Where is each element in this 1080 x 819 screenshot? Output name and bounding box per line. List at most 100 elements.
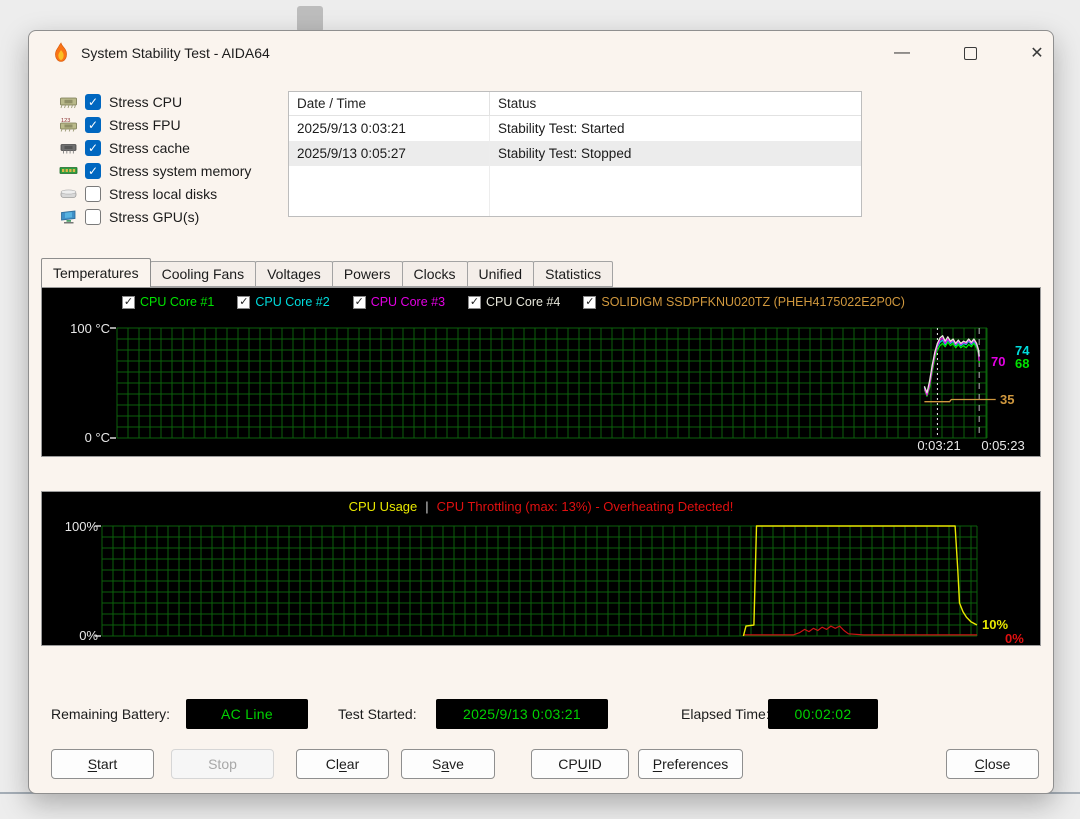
tab-temperatures[interactable]: Temperatures [41, 258, 151, 287]
checkbox-stress-gpu-s[interactable] [85, 208, 101, 225]
status-bar: Remaining Battery: AC Line Test Started:… [29, 699, 1053, 729]
background-window-fragment [297, 6, 323, 32]
current-value-label: 68 [1015, 356, 1030, 371]
cpuid-button[interactable]: CP U ID [531, 749, 629, 779]
table-row[interactable]: 2025/9/13 0:03:21 Stability Test: Started [289, 116, 861, 141]
tab-unified[interactable]: Unified [466, 261, 535, 287]
legend-checkbox-cpu-core-2[interactable]: ✓ [237, 295, 251, 309]
gpu-icon [59, 208, 81, 225]
stress-option-label: Stress CPU [109, 93, 183, 110]
app-window: System Stability Test - AIDA64 — ✕ ✓ Stre… [28, 30, 1054, 794]
titlebar: System Stability Test - AIDA64 — ✕ [29, 31, 1053, 75]
cell-status [489, 191, 861, 216]
current-value-label: 35 [1000, 392, 1015, 407]
tab-cooling-fans[interactable]: Cooling Fans [149, 261, 257, 287]
test-started-display: 2025/9/13 0:03:21 [436, 699, 608, 729]
cell-datetime: 2025/9/13 0:03:21 [297, 121, 406, 136]
cell-datetime [289, 191, 489, 216]
close-window-button[interactable]: ✕ [1017, 37, 1053, 69]
legend-item-cpu-core-2: ✓ CPU Core #2 [237, 295, 330, 309]
temperature-chart [110, 327, 996, 439]
table-row[interactable]: 2025/9/13 0:05:27 Stability Test: Stopped [289, 141, 861, 166]
checkbox-stress-system-memory[interactable]: ✓ [85, 162, 101, 179]
table-header-row: Date / Time Status [289, 92, 861, 116]
legend-label: CPU Core #1 [140, 295, 215, 309]
maximize-icon [963, 46, 977, 60]
minimize-button[interactable]: — [882, 37, 922, 69]
legend-checkbox-cpu-core-1[interactable]: ✓ [122, 295, 135, 309]
cpu-usage-title: CPU Usage [348, 499, 418, 514]
y-axis-max-label: 100 °C [70, 321, 110, 336]
stop-button[interactable]: Stop [171, 749, 274, 779]
stress-option-label: Stress system memory [109, 162, 252, 179]
cpu-usage-chart-title: CPU Usage | CPU Throttling (max: 13%) - … [42, 499, 1040, 514]
minimize-icon: — [894, 44, 910, 61]
legend-item-cpu-core-3: ✓ CPU Core #3 [352, 295, 446, 309]
tab-statistics[interactable]: Statistics [533, 261, 614, 287]
clear-button[interactable]: Cl e ar [296, 749, 389, 779]
cpu-usage-chart-panel: CPU Usage | CPU Throttling (max: 13%) - … [41, 491, 1041, 646]
tab-voltages[interactable]: Voltages [255, 261, 333, 287]
table-row-empty[interactable] [289, 191, 861, 216]
cell-datetime: 2025/9/13 0:05:27 [297, 146, 406, 161]
save-button[interactable]: Sa ve [401, 749, 495, 779]
temperature-legend: ✓ CPU Core #1 ✓ CPU Core #2 ✓ CPU Core #3 ✓ CPU… [122, 295, 905, 309]
stress-option-label: Stress GPU(s) [109, 208, 200, 225]
legend-item-cpu-core-4: ✓ CPU Core #4 [468, 295, 560, 309]
legend-label: SOLIDIGM SSDPFKNU020TZ (PHEH4175022E2P0C… [601, 295, 905, 309]
title-separator: | [425, 499, 429, 514]
stress-option-stress-local-disks: Stress local disks [59, 182, 251, 205]
stress-option-label: Stress cache [109, 139, 190, 156]
tab-powers[interactable]: Powers [331, 261, 403, 287]
stress-option-stress-system-memory: ✓ Stress system memory [59, 159, 251, 182]
y-axis-min-label: 0 °C [84, 430, 110, 445]
desktop-background: System Stability Test - AIDA64 — ✕ ✓ Stre… [0, 0, 1080, 819]
checkbox-stress-local-disks[interactable] [85, 185, 101, 202]
button-row: Start Stop Cl e ar Sa ve CP U ID Preferences Close [29, 749, 1053, 779]
stress-option-stress-cache: ✓ Stress cache [59, 136, 251, 159]
legend-checkbox-solidigm-ssdpfknu020tz-pheh4175022e2p0c[interactable]: ✓ [583, 295, 597, 309]
checkbox-stress-cache[interactable]: ✓ [85, 139, 101, 156]
preferences-button[interactable]: Preferences [638, 749, 743, 779]
x-tick-test-end: 0:05:23 [981, 438, 1025, 453]
legend-label: CPU Core #3 [370, 295, 446, 309]
close-button[interactable]: Close [946, 749, 1039, 779]
elapsed-time-value: 00:02:02 [794, 706, 852, 722]
flame-app-icon [51, 42, 71, 64]
cell-status: Stability Test: Started [489, 116, 861, 141]
checkbox-stress-fpu[interactable]: ✓ [85, 116, 101, 133]
cell-status: Stability Test: Stopped [489, 141, 861, 166]
test-started-label: Test Started: [338, 706, 417, 722]
usage-y-min-label: 0% [79, 628, 98, 643]
stress-option-stress-gpu-s: Stress GPU(s) [59, 205, 251, 228]
current-value-label: 70 [991, 354, 1006, 369]
current-value-label: 0% [1005, 631, 1024, 646]
legend-checkbox-cpu-core-3[interactable]: ✓ [352, 295, 366, 309]
cpu-usage-chart [95, 525, 978, 637]
elapsed-time-label: Elapsed Time: [681, 706, 770, 722]
fpu-icon: 123 [59, 116, 81, 133]
disk-icon [59, 185, 81, 202]
column-header-datetime[interactable]: Date / Time [289, 92, 489, 115]
window-title: System Stability Test - AIDA64 [81, 45, 270, 61]
cache-icon [59, 139, 81, 156]
maximize-button[interactable] [950, 37, 990, 69]
start-button[interactable]: Start [51, 749, 154, 779]
column-header-status[interactable]: Status [489, 92, 861, 115]
table-row-empty[interactable] [289, 166, 861, 191]
checkbox-stress-cpu[interactable]: ✓ [85, 93, 101, 110]
legend-label: CPU Core #2 [255, 295, 330, 309]
current-value-label: 10% [982, 617, 1009, 632]
legend-checkbox-cpu-core-4[interactable]: ✓ [468, 295, 482, 309]
battery-label: Remaining Battery: [51, 706, 171, 722]
stress-option-stress-cpu: ✓ Stress CPU [59, 90, 251, 113]
temperature-chart-panel: ✓ CPU Core #1 ✓ CPU Core #2 ✓ CPU Core #3 ✓ CPU… [41, 287, 1041, 457]
close-icon: ✕ [1030, 45, 1044, 62]
test-started-value: 2025/9/13 0:03:21 [463, 706, 581, 722]
tab-clocks[interactable]: Clocks [401, 261, 468, 287]
battery-value: AC Line [221, 706, 273, 722]
elapsed-time-display: 00:02:02 [768, 699, 878, 729]
throttling-warning-text: CPU Throttling (max: 13%) - Overheating … [436, 499, 734, 514]
stress-option-stress-fpu: 123 ✓ Stress FPU [59, 113, 251, 136]
cpu-icon [59, 93, 81, 110]
